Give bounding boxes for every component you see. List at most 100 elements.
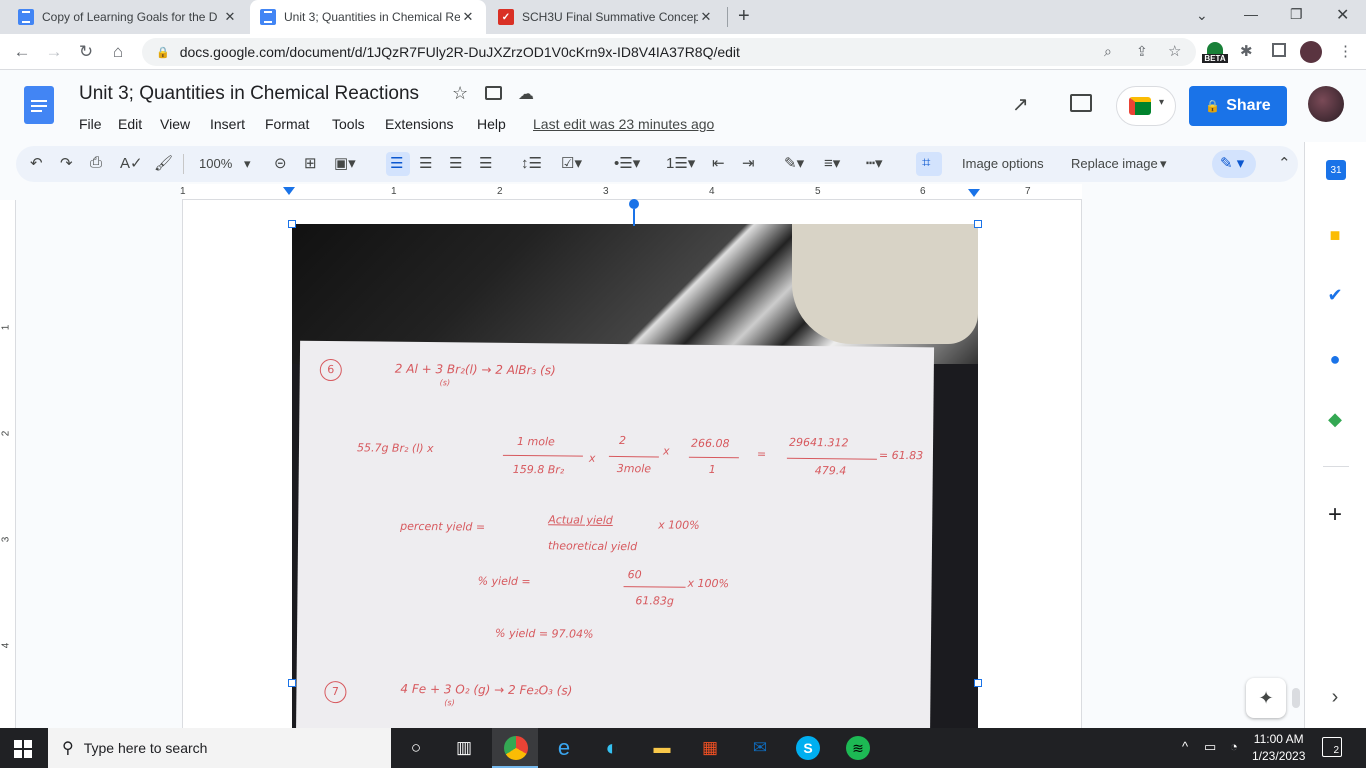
tray-display-icon[interactable]: ▭ [1204, 739, 1216, 755]
redo-icon[interactable]: ↷ [60, 154, 73, 172]
store-icon[interactable]: ▦ [696, 734, 724, 762]
star-icon[interactable]: ☆ [452, 83, 468, 104]
insert-image-icon[interactable]: ▣▾ [334, 154, 356, 172]
justify-icon[interactable]: ☰ [479, 154, 492, 172]
border-dash-icon[interactable]: ┅▾ [866, 154, 883, 172]
menu-file[interactable]: File [79, 116, 102, 132]
menu-view[interactable]: View [160, 116, 190, 132]
document-title[interactable]: Unit 3; Quantities in Chemical Reactions [79, 83, 419, 105]
print-icon[interactable]: ⎙ [90, 154, 102, 171]
mail-icon[interactable]: ✉ [746, 734, 774, 762]
calendar-icon[interactable]: 31 [1326, 160, 1346, 180]
meet-button[interactable]: ▾ [1116, 86, 1176, 126]
docs-home-icon[interactable] [24, 86, 54, 124]
close-tab-icon[interactable]: ✕ [460, 9, 476, 25]
zoom-dropdown-icon[interactable]: ▾ [244, 156, 251, 172]
last-edit-link[interactable]: Last edit was 23 minutes ago [533, 116, 714, 132]
tasks-icon[interactable]: ✔ [1322, 282, 1348, 308]
taskbar-search-box[interactable]: ⚲ Type here to search [48, 728, 391, 768]
increase-indent-icon[interactable]: ⇥ [742, 154, 755, 172]
explore-assistant-button[interactable]: ✦ [1246, 678, 1286, 718]
cortana-icon[interactable]: ○ [402, 734, 430, 762]
file-explorer-icon[interactable]: ▬ [648, 734, 676, 762]
insert-link-icon[interactable]: ⊝ [274, 154, 287, 172]
wifi-icon[interactable]: ◔ [1230, 739, 1238, 754]
decrease-indent-icon[interactable]: ⇤ [712, 154, 725, 172]
share-button[interactable]: 🔒 Share [1189, 86, 1287, 126]
zoom-select[interactable]: 100% [199, 156, 232, 171]
bulleted-list-icon[interactable]: •☰▾ [614, 154, 640, 172]
add-comment-icon[interactable]: ⊞ [304, 154, 317, 172]
extensions-puzzle-icon[interactable]: ✱ [1240, 42, 1253, 60]
maps-icon[interactable]: ◆ [1322, 406, 1348, 432]
zoom-icon[interactable]: ⌕ [1104, 43, 1112, 60]
chrome-menu-icon[interactable]: ⋮ [1338, 42, 1353, 60]
tab-learning-goals[interactable]: Copy of Learning Goals for the D ✕ [8, 0, 248, 34]
account-avatar[interactable] [1308, 86, 1344, 122]
restore-icon[interactable]: ❐ [1290, 6, 1303, 23]
spellcheck-icon[interactable]: A✓ [120, 154, 143, 172]
menu-help[interactable]: Help [477, 116, 506, 132]
edge-icon[interactable]: ◐ [598, 734, 626, 762]
menu-format[interactable]: Format [265, 116, 309, 132]
new-tab-icon[interactable]: + [738, 5, 750, 28]
keep-icon[interactable]: ■ [1322, 222, 1348, 248]
omnibox[interactable]: 🔒 docs.google.com/document/d/1JQzR7FUly2… [142, 38, 1196, 66]
align-right-icon[interactable]: ☰ [449, 154, 462, 172]
border-color-icon[interactable]: ✎▾ [784, 154, 804, 172]
share-page-icon[interactable]: ⇪ [1136, 43, 1148, 60]
bookmark-star-icon[interactable]: ☆ [1168, 42, 1181, 60]
homework-photo[interactable]: 6 2 Al + 3 Br₂(l) → 2 AlBr₃ (s) (s) 55.7… [292, 224, 978, 728]
windows-start-icon[interactable] [14, 740, 32, 758]
align-center-icon[interactable]: ☰ [419, 154, 432, 172]
right-indent-marker[interactable] [968, 189, 980, 197]
tab-sch3u[interactable]: ✓ SCH3U Final Summative Concept ✕ [488, 0, 724, 34]
menu-tools[interactable]: Tools [332, 116, 365, 132]
checklist-icon[interactable]: ☑▾ [561, 154, 582, 172]
tab-search-chevron-icon[interactable]: ⌄ [1196, 7, 1208, 24]
chrome-taskbar-button[interactable] [492, 728, 538, 768]
resize-handle-right[interactable] [974, 679, 982, 687]
comments-icon[interactable] [1070, 94, 1092, 112]
close-window-icon[interactable]: ✕ [1336, 5, 1349, 25]
activity-trend-icon[interactable]: ↗ [1012, 92, 1029, 117]
skype-icon[interactable]: S [796, 736, 820, 760]
system-clock[interactable]: 11:00 AM 1/23/2023 [1252, 731, 1305, 765]
collapse-toolbar-icon[interactable]: ⌃ [1278, 154, 1291, 172]
left-indent-marker[interactable] [283, 187, 295, 195]
internet-explorer-icon[interactable]: e [550, 734, 578, 762]
reload-icon[interactable]: ↻ [70, 34, 102, 70]
add-addon-icon[interactable]: + [1322, 501, 1348, 528]
cloud-status-icon[interactable]: ☁ [518, 84, 534, 104]
undo-icon[interactable]: ↶ [30, 154, 43, 172]
border-weight-icon[interactable]: ≡▾ [824, 154, 840, 172]
rotate-handle[interactable] [629, 199, 639, 209]
expand-panel-icon[interactable]: › [1322, 684, 1348, 710]
move-folder-icon[interactable] [485, 86, 502, 100]
menu-insert[interactable]: Insert [210, 116, 245, 132]
menu-edit[interactable]: Edit [118, 116, 142, 132]
numbered-list-icon[interactable]: 1☰▾ [666, 154, 695, 172]
image-options-button[interactable]: Image options [962, 156, 1044, 171]
minimize-icon[interactable]: — [1244, 6, 1258, 22]
forward-icon[interactable]: → [38, 34, 70, 70]
resize-handle-top-left[interactable] [288, 220, 296, 228]
resize-handle-left[interactable] [288, 679, 296, 687]
tab-unit-3[interactable]: Unit 3; Quantities in Chemical Re ✕ [250, 0, 486, 34]
task-view-icon[interactable]: ▥ [450, 734, 478, 762]
scrollbar-thumb[interactable] [1292, 688, 1300, 708]
close-tab-icon[interactable]: ✕ [698, 9, 714, 25]
tray-chevron-icon[interactable]: ^ [1182, 739, 1188, 754]
menu-extensions[interactable]: Extensions [385, 116, 453, 132]
profile-avatar[interactable] [1300, 41, 1322, 63]
close-tab-icon[interactable]: ✕ [222, 9, 238, 25]
home-icon[interactable]: ⌂ [102, 34, 134, 70]
line-spacing-icon[interactable]: ↕☰ [521, 154, 542, 172]
contacts-icon[interactable]: ● [1322, 346, 1348, 372]
back-icon[interactable]: ← [6, 34, 38, 70]
replace-image-button[interactable]: Replace image [1071, 156, 1158, 171]
beta-extension-icon[interactable]: BETA [1202, 42, 1228, 64]
paint-format-icon[interactable]: 🖌 [154, 154, 173, 172]
notification-center-icon[interactable]: 2 [1322, 737, 1342, 757]
side-panel-icon[interactable] [1272, 43, 1286, 57]
